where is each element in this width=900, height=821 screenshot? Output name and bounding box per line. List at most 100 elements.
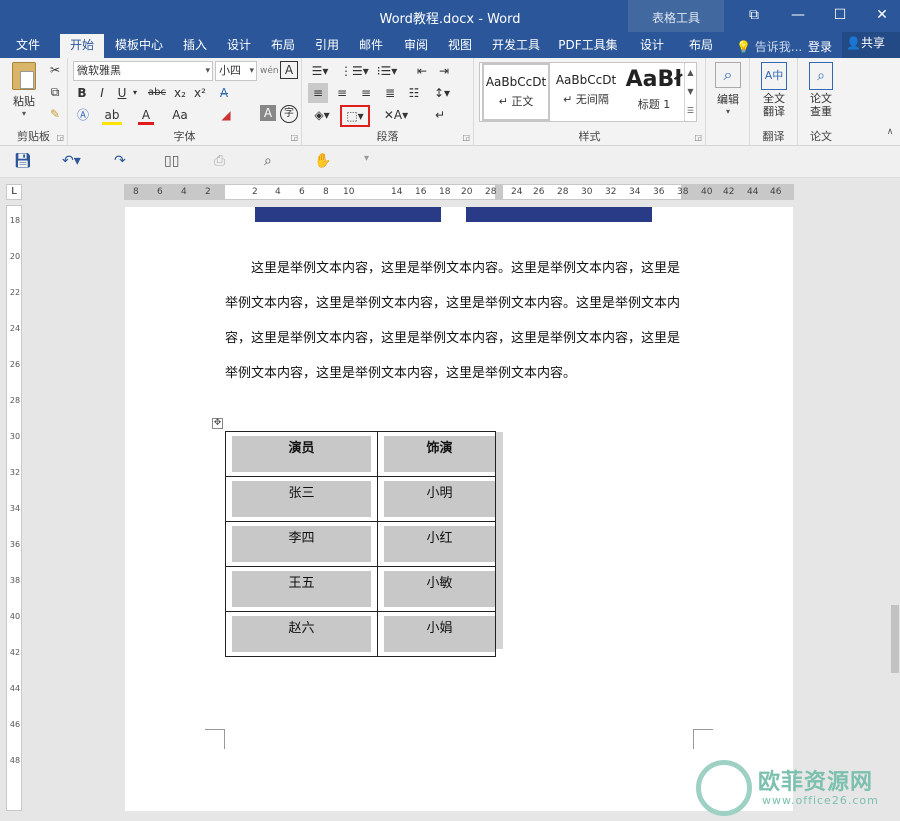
vertical-ruler[interactable]: 18 20 22 24 26 28 30 32 34 36 38 40 42 4… bbox=[6, 205, 22, 811]
paper-check-button[interactable]: ⌕ 论文查重 bbox=[802, 62, 840, 118]
print-preview-icon[interactable]: ⌕ bbox=[264, 153, 272, 169]
tell-me-box[interactable]: 💡 告诉我... bbox=[736, 38, 802, 55]
superscript-button[interactable]: x² bbox=[192, 83, 208, 103]
collapse-ribbon-icon[interactable]: ∧ bbox=[884, 122, 896, 142]
translate-icon: A中 bbox=[761, 62, 787, 90]
clipboard-launcher-icon[interactable]: ◲ bbox=[56, 133, 64, 142]
tab-file[interactable]: 文件 bbox=[8, 36, 48, 58]
style-heading-1[interactable]: AaBł 标题 1 bbox=[620, 63, 688, 121]
tab-developer[interactable]: 开发工具 bbox=[486, 36, 546, 58]
tab-layout[interactable]: 布局 bbox=[264, 36, 302, 58]
change-case-button[interactable]: Aa bbox=[168, 105, 192, 125]
highlight-color-icon[interactable]: ab bbox=[102, 105, 122, 125]
font-name-combo[interactable]: 微软雅黑 ▾ bbox=[73, 61, 213, 81]
horizontal-ruler[interactable]: 8 6 4 2 2 4 6 8 10 14 16 18 20 28 24 26 … bbox=[124, 184, 794, 200]
maximize-button[interactable]: ☐ bbox=[818, 0, 862, 30]
character-border-icon[interactable]: A bbox=[280, 61, 298, 79]
table-header-row: 演员 饰演 bbox=[225, 431, 496, 477]
font-launcher-icon[interactable]: ◲ bbox=[290, 133, 298, 142]
save-icon[interactable]: 💾︎ bbox=[14, 153, 32, 169]
multilevel-list-icon[interactable]: ⁝☰▾ bbox=[374, 61, 400, 81]
font-color-icon[interactable]: A bbox=[138, 105, 154, 125]
ruler-tick: 24 bbox=[511, 187, 523, 197]
document-page[interactable]: 这里是举例文本内容，这里是举例文本内容。这里是举例文本内容，这里是举例文本内容，… bbox=[125, 207, 793, 811]
minimize-button[interactable]: — bbox=[776, 0, 820, 30]
actor-table[interactable]: 演员 饰演 张三 小明 李四 小红 王五 小敏 赵六 小娟 bbox=[225, 431, 496, 657]
align-left-icon[interactable]: ≡ bbox=[308, 83, 328, 103]
ribbon-display-options-button[interactable]: ⧉ bbox=[732, 0, 776, 30]
ruler-tick: 4 bbox=[275, 187, 281, 197]
tab-insert[interactable]: 插入 bbox=[176, 36, 214, 58]
editing-button[interactable]: ⌕ 编辑 ▾ bbox=[710, 62, 746, 116]
login-link[interactable]: 登录 bbox=[808, 38, 832, 55]
align-center-icon[interactable]: ≡ bbox=[332, 83, 352, 103]
tab-template-center[interactable]: 模板中心 bbox=[110, 36, 168, 58]
distributed-icon[interactable]: ☷ bbox=[404, 83, 424, 103]
copy-icon[interactable]: ⧉ bbox=[46, 82, 64, 102]
borders-button[interactable]: ⬚▾ bbox=[340, 105, 370, 127]
tab-table-design[interactable]: 设计 bbox=[634, 36, 670, 58]
styles-launcher-icon[interactable]: ◲ bbox=[694, 133, 702, 142]
paragraph-group: ☰▾ ⋮☰▾ ⁝☰▾ ⇤ ⇥ ≡ ≡ ≡ ≣ ☷ ↕▾ ◈▾ ⬚▾ ✕A▾ ↵ … bbox=[302, 58, 474, 146]
tab-table-layout[interactable]: 布局 bbox=[682, 36, 720, 58]
full-text-translate-button[interactable]: A中 全文翻译 bbox=[754, 62, 794, 118]
subscript-button[interactable]: x₂ bbox=[172, 83, 188, 103]
ruler-tick: 16 bbox=[415, 187, 427, 197]
chinese-layout-icon[interactable]: ✕A▾ bbox=[382, 105, 410, 125]
close-button[interactable]: ✕ bbox=[860, 0, 900, 30]
show-marks-icon[interactable]: ↵ bbox=[430, 105, 450, 125]
align-right-icon[interactable]: ≡ bbox=[356, 83, 376, 103]
style-normal[interactable]: AaBbCcDt ↵ 正文 bbox=[482, 63, 550, 121]
tab-selector[interactable]: L bbox=[6, 184, 22, 200]
italic-button[interactable]: I bbox=[94, 83, 110, 103]
tab-design[interactable]: 设计 bbox=[220, 36, 258, 58]
ribbon-tabs: 文件 开始 模板中心 插入 设计 布局 引用 邮件 审阅 视图 开发工具 PDF… bbox=[0, 32, 900, 60]
format-painter-icon[interactable]: ✎ bbox=[46, 104, 64, 124]
translate-group: A中 全文翻译 翻译 bbox=[750, 58, 798, 146]
scrollbar-thumb[interactable] bbox=[891, 605, 899, 673]
strikethrough-button[interactable]: abc bbox=[146, 83, 168, 103]
font-size-combo[interactable]: 小四 ▾ bbox=[215, 61, 257, 81]
tab-view[interactable]: 视图 bbox=[441, 36, 479, 58]
print-icon[interactable]: ⎙ bbox=[214, 153, 225, 169]
justify-icon[interactable]: ≣ bbox=[380, 83, 400, 103]
numbering-icon[interactable]: ⋮☰▾ bbox=[340, 61, 369, 81]
touch-mode-icon[interactable]: ✋ bbox=[314, 153, 331, 169]
tab-home[interactable]: 开始 bbox=[60, 34, 104, 60]
tab-pdf-tools[interactable]: PDF工具集 bbox=[554, 36, 622, 58]
bullets-icon[interactable]: ☰▾ bbox=[308, 61, 332, 81]
redo-icon[interactable]: ↷ bbox=[114, 153, 126, 169]
increase-indent-icon[interactable]: ⇥ bbox=[434, 61, 454, 81]
chevron-down-icon[interactable]: ▾ bbox=[130, 83, 140, 103]
table-cell: 小娟 bbox=[384, 616, 495, 652]
eraser-icon[interactable]: ◢ bbox=[218, 105, 234, 125]
table-row: 李四 小红 bbox=[225, 521, 496, 567]
customize-qat-icon[interactable]: ▾ bbox=[364, 153, 369, 164]
vertical-scrollbar[interactable] bbox=[889, 178, 900, 821]
body-paragraph[interactable]: 这里是举例文本内容，这里是举例文本内容。这里是举例文本内容，这里是举例文本内容，… bbox=[225, 251, 687, 391]
table-row: 赵六 小娟 bbox=[225, 611, 496, 657]
decrease-indent-icon[interactable]: ⇤ bbox=[412, 61, 432, 81]
styles-scroll[interactable]: ▲ ▼ ☰ bbox=[684, 63, 696, 121]
cut-icon[interactable]: ✂ bbox=[46, 60, 64, 80]
paragraph-launcher-icon[interactable]: ◲ bbox=[462, 133, 470, 142]
table-move-handle-icon[interactable]: ✥ bbox=[212, 418, 223, 429]
style-no-spacing[interactable]: AaBbCcDt ↵ 无间隔 bbox=[552, 63, 620, 121]
phonetic-guide-icon[interactable]: wén bbox=[260, 61, 279, 81]
character-shading-icon[interactable]: A bbox=[260, 105, 276, 121]
two-pages-icon[interactable]: ▯▯ bbox=[164, 153, 179, 169]
tab-review[interactable]: 审阅 bbox=[397, 36, 435, 58]
shading-icon[interactable]: ◈▾ bbox=[308, 105, 336, 125]
tab-references[interactable]: 引用 bbox=[308, 36, 346, 58]
table-row: 张三 小明 bbox=[225, 476, 496, 522]
undo-icon[interactable]: ↶▾ bbox=[62, 153, 81, 169]
bold-button[interactable]: B bbox=[74, 83, 90, 103]
share-button[interactable]: 👤共享 bbox=[842, 32, 900, 58]
tab-mailings[interactable]: 邮件 bbox=[352, 36, 390, 58]
clear-formatting-icon[interactable]: A̶ bbox=[214, 83, 234, 103]
paste-button[interactable]: 粘贴 ▾ bbox=[6, 62, 42, 118]
underline-button[interactable]: U bbox=[114, 83, 130, 103]
line-spacing-icon[interactable]: ↕▾ bbox=[430, 83, 454, 103]
text-effects-icon[interactable]: Ⓐ bbox=[74, 105, 92, 125]
enclose-characters-icon[interactable]: 字 bbox=[280, 105, 298, 123]
